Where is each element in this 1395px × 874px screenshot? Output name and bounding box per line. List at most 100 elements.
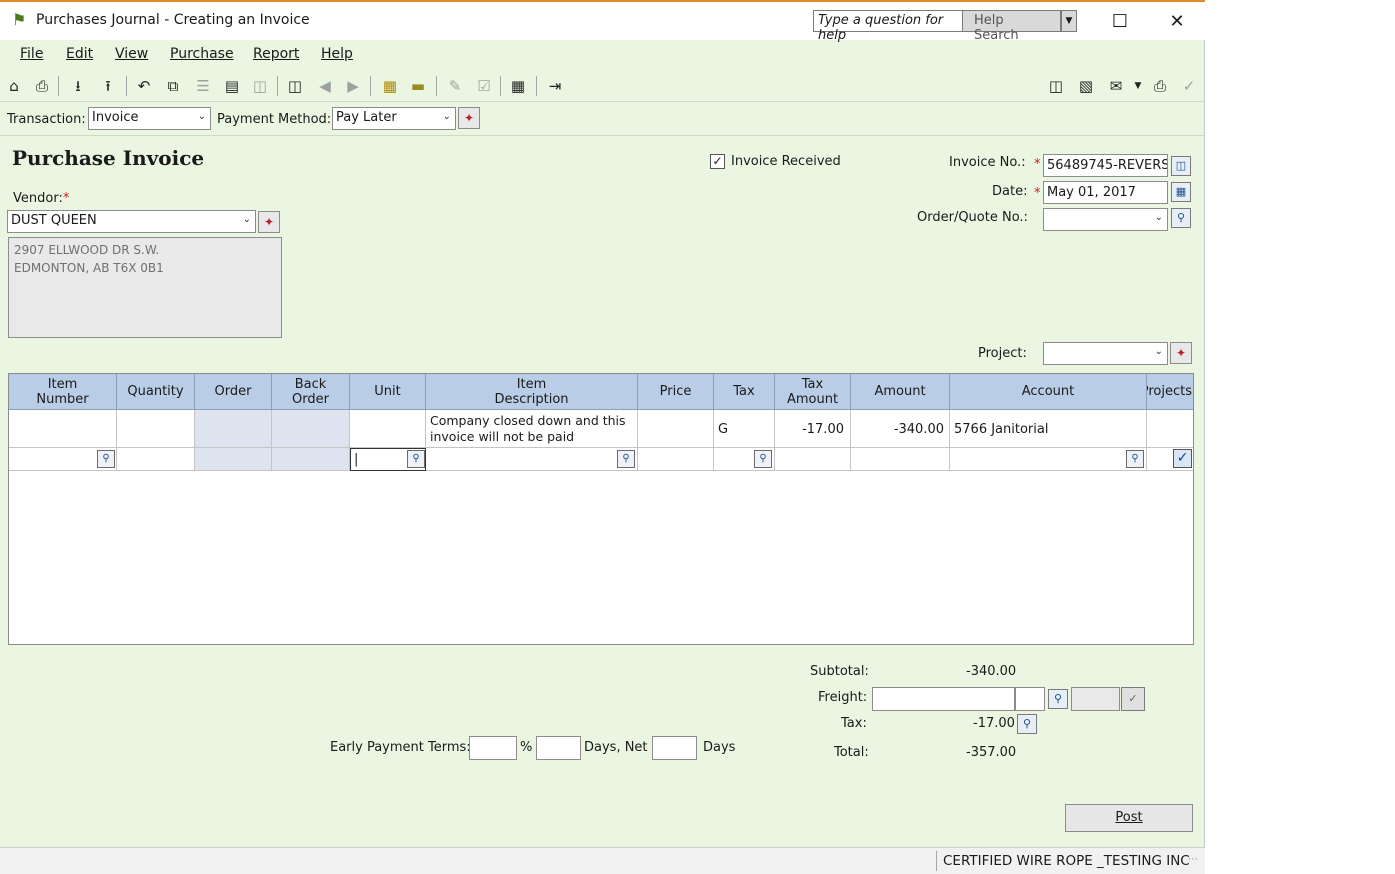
export-icon[interactable]: ⇥ bbox=[545, 76, 565, 96]
entry-price[interactable] bbox=[638, 448, 714, 471]
cell-projects[interactable] bbox=[1147, 410, 1193, 448]
column-header-unit[interactable]: Unit bbox=[350, 374, 426, 410]
maximize-button[interactable]: ☐ bbox=[1105, 10, 1135, 34]
column-header-price[interactable]: Price bbox=[638, 374, 714, 410]
help-search-button[interactable]: Help Search bbox=[963, 10, 1061, 43]
email-icon[interactable]: ✉ bbox=[1106, 76, 1126, 96]
entry-amount[interactable] bbox=[851, 448, 950, 471]
column-header-order[interactable]: Order bbox=[195, 374, 272, 410]
entry-account[interactable]: ⚲ bbox=[950, 448, 1147, 471]
column-header-tax[interactable]: Tax bbox=[714, 374, 775, 410]
remove-icon[interactable]: ◫ bbox=[250, 76, 270, 96]
cell-item-number[interactable] bbox=[9, 410, 117, 448]
vendor-pin-icon[interactable]: ✦ bbox=[258, 211, 280, 233]
cell-unit[interactable] bbox=[350, 410, 426, 448]
adjust-icon[interactable]: ✎ bbox=[445, 76, 465, 96]
cell-item-description[interactable]: Company closed down and this invoice wil… bbox=[426, 410, 638, 448]
column-header-item-description[interactable]: Item Description bbox=[426, 374, 638, 410]
menu-purchase[interactable]: Purchase bbox=[170, 46, 234, 62]
payment-method-select[interactable]: Pay Later ⌄ bbox=[332, 107, 456, 130]
allocate-checkmark-icon[interactable]: ✓ bbox=[1173, 449, 1192, 468]
column-header-projects[interactable]: Projects bbox=[1147, 374, 1193, 410]
entry-projects[interactable]: ✓ bbox=[1147, 448, 1193, 471]
entry-item-number[interactable]: ⚲ bbox=[9, 448, 117, 471]
entry-quantity[interactable] bbox=[117, 448, 195, 471]
save-icon[interactable]: ⭱ bbox=[98, 76, 118, 96]
discount-days-field[interactable] bbox=[536, 736, 581, 760]
entry-item-description[interactable]: ⚲ bbox=[426, 448, 638, 471]
cell-quantity[interactable] bbox=[117, 410, 195, 448]
calendar-icon[interactable]: ▦ bbox=[1171, 182, 1191, 202]
cell-account[interactable]: 5766 Janitorial bbox=[950, 410, 1147, 448]
store-icon[interactable]: ▤ bbox=[222, 76, 242, 96]
discount-percent-field[interactable] bbox=[469, 736, 517, 760]
column-header-item-number[interactable]: Item Number bbox=[9, 374, 117, 410]
order-quote-select[interactable]: ⌄ bbox=[1043, 208, 1168, 231]
column-header-back-order[interactable]: Back Order bbox=[272, 374, 350, 410]
help-question-input[interactable]: Type a question for help bbox=[813, 10, 963, 43]
tax-search-icon[interactable]: ⚲ bbox=[754, 450, 772, 468]
post-button[interactable]: Post bbox=[1065, 804, 1193, 832]
menu-help[interactable]: Help bbox=[321, 46, 353, 62]
entry-tax[interactable]: ⚲ bbox=[714, 448, 775, 471]
print-preview-icon[interactable]: ⎙ bbox=[32, 76, 52, 96]
freight-checkmark-icon[interactable]: ✓ bbox=[1121, 687, 1145, 711]
invoice-lookup-icon[interactable]: ◫ bbox=[1171, 156, 1191, 176]
menu-file[interactable]: File bbox=[20, 46, 43, 62]
project-select[interactable]: ⌄ bbox=[1043, 342, 1168, 365]
column-header-quantity[interactable]: Quantity bbox=[117, 374, 195, 410]
cell-amount[interactable]: -340.00 bbox=[851, 410, 950, 448]
column-header-tax-amount[interactable]: Tax Amount bbox=[775, 374, 851, 410]
entry-unit[interactable]: | ⚲ bbox=[350, 448, 426, 471]
menu-edit[interactable]: Edit bbox=[66, 46, 93, 62]
calculator-icon[interactable]: ▦ bbox=[508, 76, 528, 96]
freight-search-icon[interactable]: ⚲ bbox=[1048, 689, 1068, 709]
open-icon[interactable]: ⭳ bbox=[68, 76, 88, 96]
home-icon[interactable]: ⌂ bbox=[4, 76, 24, 96]
recall-icon[interactable]: ☰ bbox=[193, 76, 213, 96]
cell-tax-amount[interactable]: -17.00 bbox=[775, 410, 851, 448]
entry-tax-amount[interactable] bbox=[775, 448, 851, 471]
cell-price[interactable] bbox=[638, 410, 714, 448]
column-header-amount[interactable]: Amount bbox=[851, 374, 950, 410]
column-header-account[interactable]: Account bbox=[950, 374, 1147, 410]
list-icon[interactable]: ◫ bbox=[1046, 76, 1066, 96]
payment-icon[interactable]: ▬ bbox=[408, 76, 428, 96]
net-days-field[interactable] bbox=[652, 736, 697, 760]
track-shipments-icon[interactable]: ▦ bbox=[380, 76, 400, 96]
undo-icon[interactable]: ↶ bbox=[134, 76, 154, 96]
freight-amount-field[interactable] bbox=[872, 687, 1015, 711]
unit-search-icon[interactable]: ⚲ bbox=[407, 450, 425, 468]
help-search-dropdown[interactable]: ▼ bbox=[1061, 10, 1077, 32]
previous-icon[interactable]: ◀ bbox=[315, 76, 335, 96]
lookup-icon[interactable]: ◫ bbox=[285, 76, 305, 96]
transaction-select[interactable]: Invoice ⌄ bbox=[88, 107, 211, 130]
subtotal-label: Subtotal: bbox=[810, 664, 869, 679]
invoice-received-checkbox[interactable]: ✓ bbox=[710, 154, 725, 169]
description-search-icon[interactable]: ⚲ bbox=[617, 450, 635, 468]
email-dropdown-icon[interactable]: ▼ bbox=[1128, 76, 1148, 96]
copy-icon[interactable]: ⧉ bbox=[163, 76, 183, 96]
reverse-icon[interactable]: ☑ bbox=[474, 76, 494, 96]
purchases-journal-window: ⚑ Purchases Journal - Creating an Invoic… bbox=[0, 0, 1205, 874]
report-icon[interactable]: ▧ bbox=[1076, 76, 1096, 96]
close-button[interactable]: ✕ bbox=[1162, 10, 1192, 34]
date-field[interactable]: May 01, 2017 bbox=[1043, 181, 1168, 204]
freight-tax-code-field[interactable] bbox=[1015, 687, 1045, 711]
next-icon[interactable]: ▶ bbox=[343, 76, 363, 96]
project-pin-icon[interactable]: ✦ bbox=[1170, 342, 1192, 364]
invoice-no-field[interactable]: 56489745-REVERSE bbox=[1043, 154, 1168, 177]
pin-icon[interactable]: ✦ bbox=[458, 107, 480, 129]
checkmark-icon[interactable]: ✓ bbox=[1179, 76, 1199, 96]
printer-icon[interactable]: ⎙ bbox=[1150, 76, 1170, 96]
item-search-icon[interactable]: ⚲ bbox=[97, 450, 115, 468]
vendor-select[interactable]: DUST QUEEN ⌄ bbox=[7, 210, 256, 233]
menu-report[interactable]: Report bbox=[253, 46, 299, 62]
invoice-line-grid: Item Number Quantity Order Back Order Un… bbox=[8, 373, 1194, 645]
account-search-icon[interactable]: ⚲ bbox=[1126, 450, 1144, 468]
search-icon[interactable]: ⚲ bbox=[1171, 208, 1191, 228]
resize-grip-icon[interactable]: ⋯ bbox=[1188, 854, 1198, 865]
tax-search-icon[interactable]: ⚲ bbox=[1017, 714, 1037, 734]
cell-tax[interactable]: G bbox=[714, 410, 775, 448]
menu-view[interactable]: View bbox=[115, 46, 148, 62]
